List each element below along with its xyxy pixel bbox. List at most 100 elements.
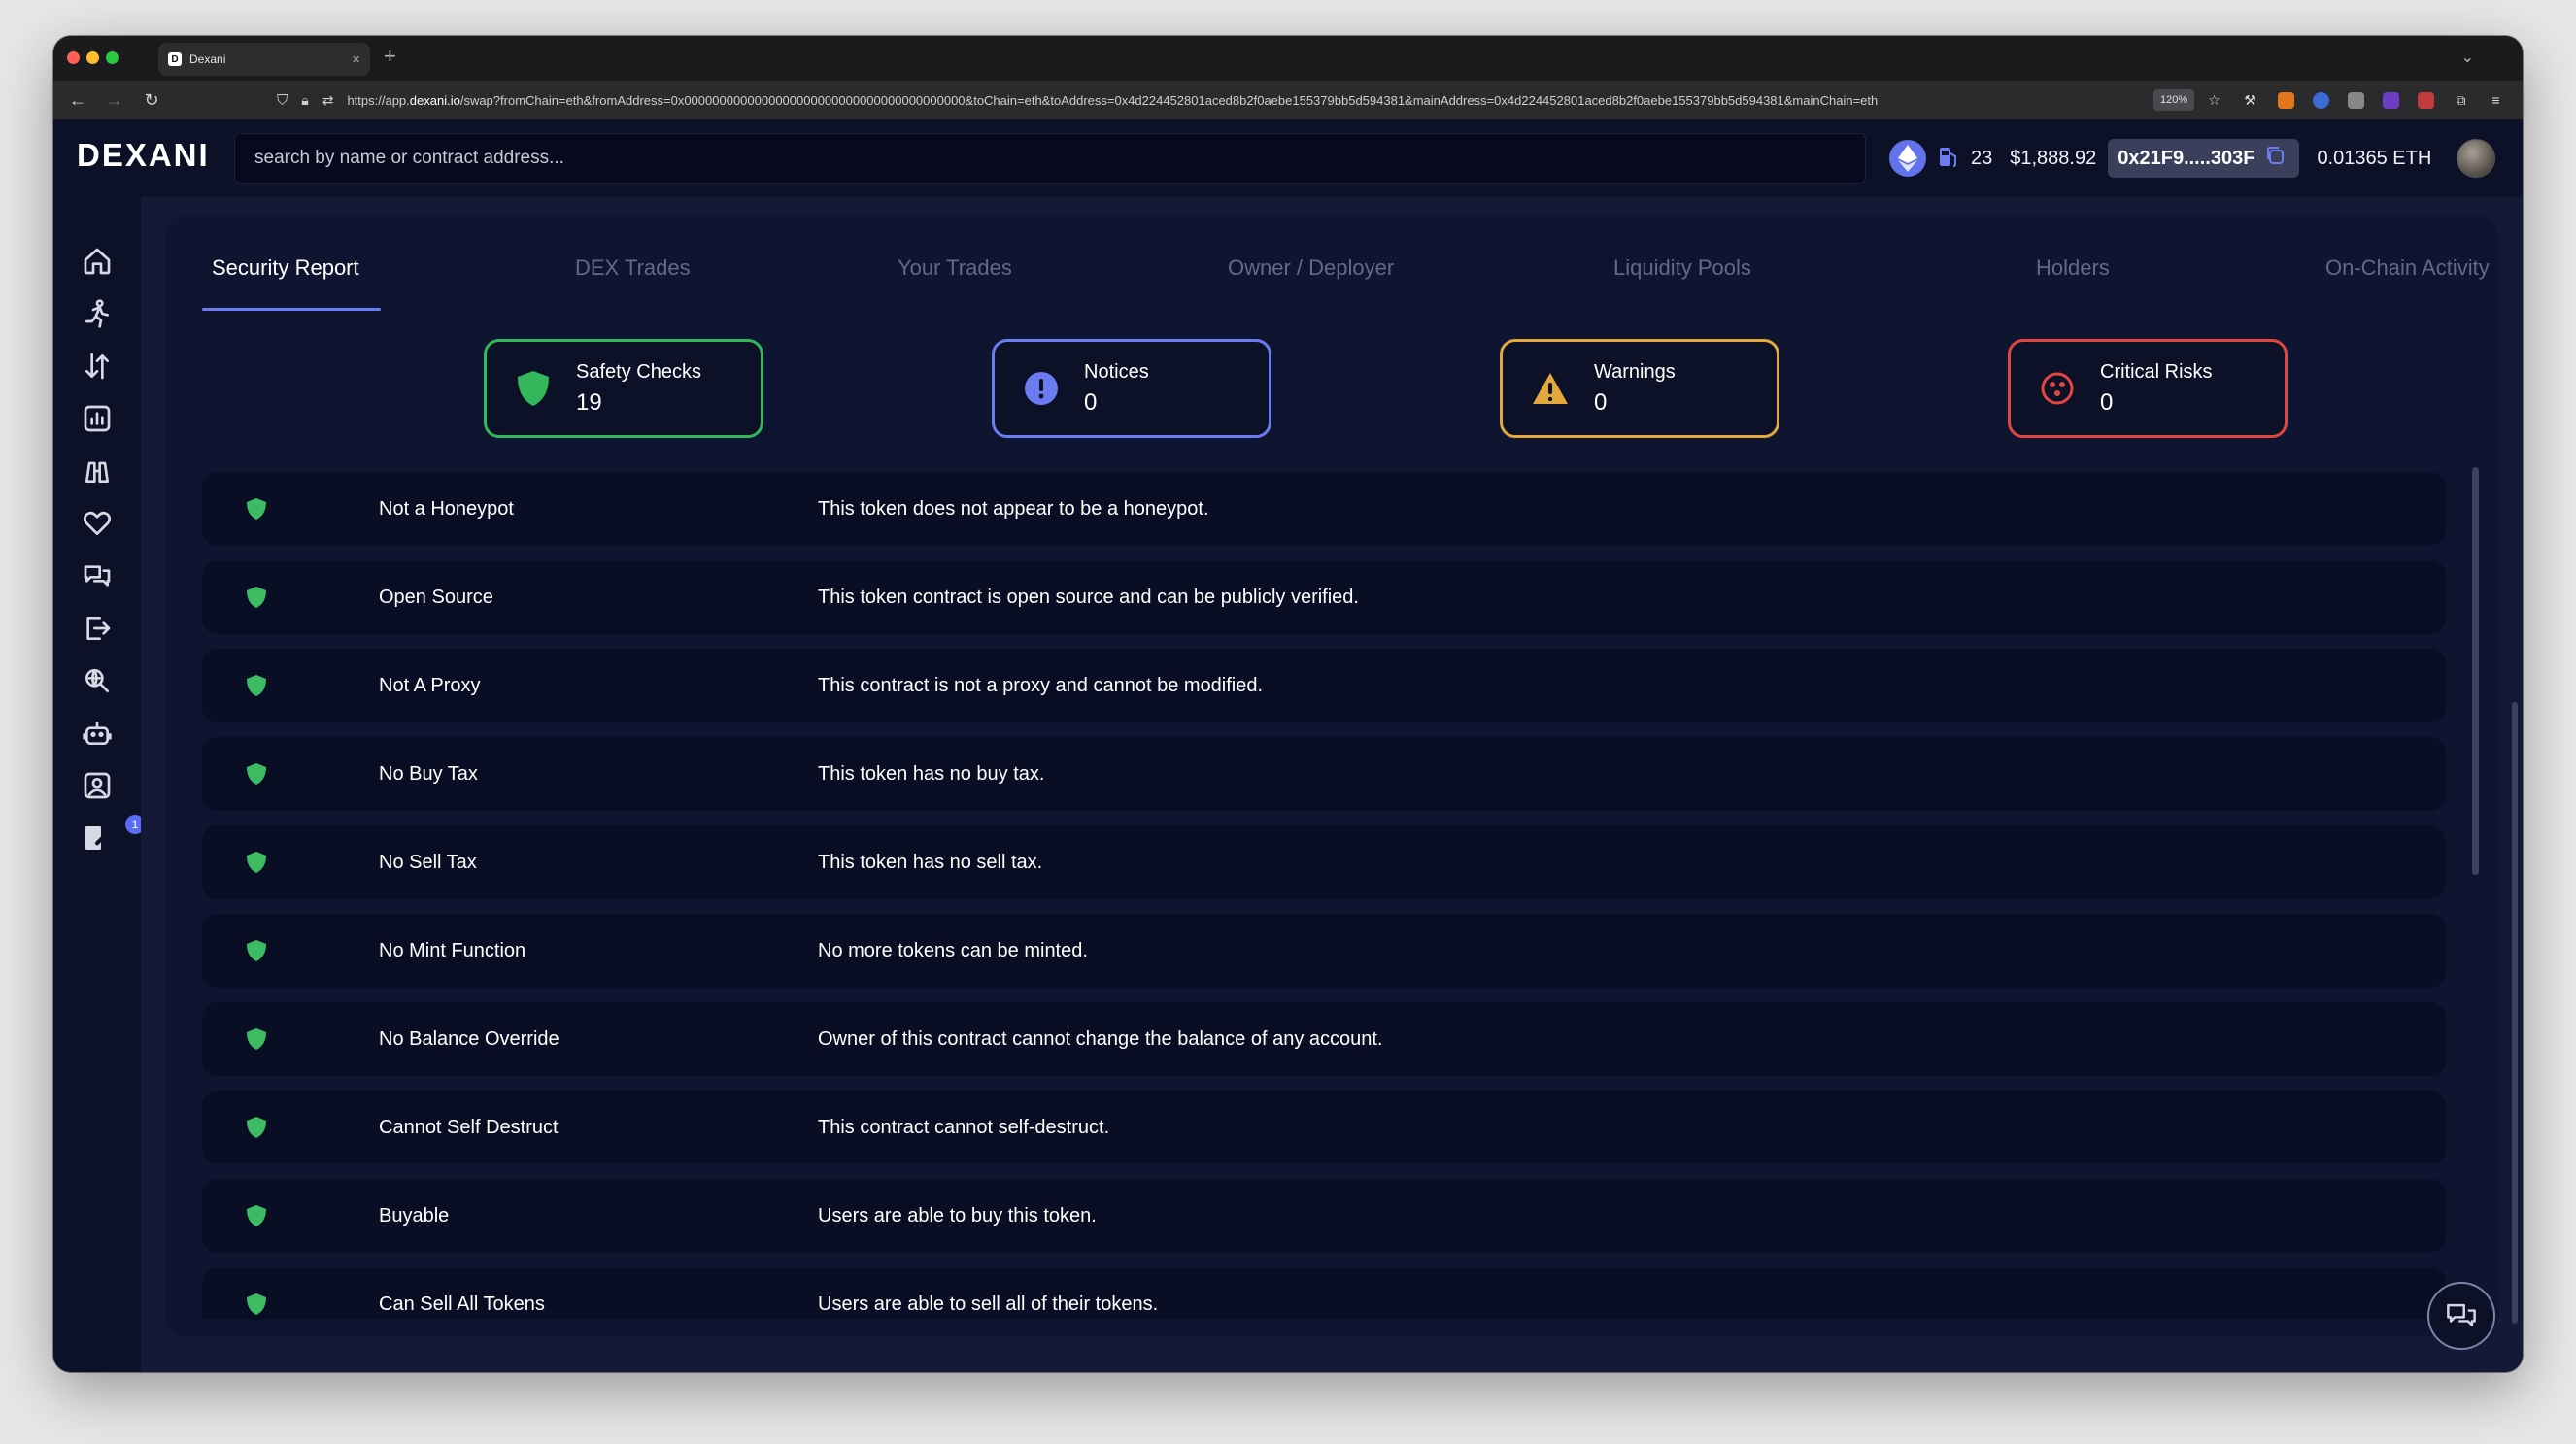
lock-icon[interactable]: 🔒︎ [301, 92, 308, 109]
close-window-button[interactable] [67, 51, 80, 64]
list-item: Cannot Self Destruct This contract canno… [202, 1091, 2446, 1164]
reload-icon[interactable]: ↻ [133, 90, 170, 111]
close-tab-icon[interactable]: × [352, 51, 360, 68]
shield-check-icon [247, 1028, 266, 1050]
shield-check-icon [247, 1293, 266, 1315]
tab-on-chain-activity[interactable]: On-Chain Activity [2325, 255, 2490, 281]
tools-icon[interactable]: ⚒ [2242, 92, 2258, 109]
address-bar[interactable]: ⛉ 🔒︎ ⇄ https://app.dexani.io/swap?fromCh… [277, 86, 2186, 114]
critical-risks-card[interactable]: Critical Risks 0 [2008, 339, 2288, 438]
tab-dex-trades[interactable]: DEX Trades [575, 255, 691, 281]
minimize-window-button[interactable] [86, 51, 99, 64]
dexani-logo[interactable]: DEXANI [77, 137, 210, 174]
browser-menu-icon[interactable]: ≡ [2488, 92, 2504, 109]
tab-liquidity-pools[interactable]: Liquidity Pools [1613, 255, 1751, 281]
check-description: This contract is not a proxy and cannot … [818, 674, 1264, 696]
list-item: No Buy Tax This token has no buy tax. [202, 737, 2446, 811]
check-name: No Buy Tax [379, 762, 478, 785]
chat-bubbles-icon [2447, 1303, 2476, 1326]
check-name: Buyable [379, 1204, 450, 1226]
check-name: No Balance Override [379, 1027, 559, 1050]
check-description: This token has no buy tax. [818, 762, 1045, 785]
new-tab-button[interactable]: + [384, 44, 396, 69]
shield-check-icon [247, 1205, 266, 1226]
title-bar: D Dexani × + ⌄ [53, 36, 2523, 81]
tab-holders[interactable]: Holders [2036, 255, 2110, 281]
permissions-icon[interactable]: ⇄ [322, 92, 334, 109]
search-input[interactable] [234, 133, 1866, 184]
check-description: Users are able to buy this token. [818, 1204, 1097, 1226]
gas-pump-icon [1938, 145, 1959, 173]
edit-icon[interactable]: 1 [80, 815, 145, 856]
check-name: Cannot Self Destruct [379, 1116, 559, 1138]
warnings-count: 0 [1594, 388, 1608, 416]
shield-check-icon [247, 1117, 266, 1138]
gas-price: 23 [1971, 147, 1993, 169]
warnings-label: Warnings [1594, 360, 1676, 383]
home-icon[interactable] [80, 244, 115, 279]
critical-risks-count: 0 [2100, 388, 2114, 416]
page-scrollbar[interactable] [2512, 702, 2518, 1324]
shield-check-icon [247, 763, 266, 785]
check-description: This contract cannot self-destruct. [818, 1116, 1110, 1138]
wallet-address-text: 0x21F9.....303F [2118, 147, 2255, 169]
heart-icon[interactable] [80, 506, 115, 541]
copy-icon[interactable] [2264, 145, 2286, 172]
report-tabs: Security Report DEX Trades Your Trades O… [165, 215, 2498, 312]
tab-your-trades[interactable]: Your Trades [898, 255, 1012, 281]
profile-icon[interactable] [80, 768, 115, 803]
forward-arrow-icon[interactable]: → [96, 90, 133, 111]
notices-label: Notices [1084, 360, 1149, 383]
extensions-puzzle-icon[interactable]: ⧉ [2453, 92, 2469, 109]
extension-blue-icon[interactable] [2313, 92, 2329, 109]
safety-checks-card[interactable]: Safety Checks 19 [484, 339, 763, 438]
binoculars-icon[interactable] [80, 453, 115, 488]
critical-icon [2041, 372, 2074, 405]
browser-tab[interactable]: D Dexani × [158, 43, 370, 76]
info-icon [1025, 372, 1058, 405]
list-item: No Balance Override Owner of this contra… [202, 1002, 2446, 1076]
user-avatar[interactable] [2457, 139, 2496, 178]
notices-card[interactable]: Notices 0 [992, 339, 1271, 438]
browser-tab-title: Dexani [189, 52, 226, 66]
check-description: Users are able to sell all of their toke… [818, 1293, 1159, 1315]
extension-purple-icon[interactable] [2383, 92, 2399, 109]
browser-toolbar: ← → ↻ ⛉ 🔒︎ ⇄ https://app.dexani.io/swap?… [53, 81, 2523, 119]
swap-arrows-icon[interactable] [80, 349, 115, 384]
warnings-card[interactable]: Warnings 0 [1500, 339, 1779, 438]
shield-check-icon [247, 675, 266, 696]
search-globe-icon[interactable] [80, 663, 115, 698]
shield-check-icon [247, 498, 266, 520]
sidebar: 1 [53, 197, 145, 1372]
support-chat-button[interactable] [2427, 1282, 2495, 1350]
runner-icon[interactable] [80, 296, 115, 331]
list-item: No Mint Function No more tokens can be m… [202, 914, 2446, 988]
extension-grey-icon[interactable] [2348, 92, 2364, 109]
ethereum-chain-icon[interactable] [1889, 140, 1926, 177]
back-arrow-icon[interactable]: ← [59, 90, 96, 111]
safety-checks-label: Safety Checks [576, 360, 701, 383]
check-description: This token has no sell tax. [818, 851, 1043, 873]
tab-list-chevron-icon[interactable]: ⌄ [2461, 48, 2474, 67]
wallet-address-button[interactable]: 0x21F9.....303F [2108, 139, 2300, 178]
chart-icon[interactable] [80, 401, 115, 436]
check-name: No Sell Tax [379, 851, 477, 873]
critical-risks-label: Critical Risks [2100, 360, 2213, 383]
url-text[interactable]: https://app.dexani.io/swap?fromChain=eth… [347, 93, 2134, 108]
active-tab-indicator [202, 308, 381, 311]
chat-bubbles-icon[interactable] [80, 558, 115, 593]
logout-icon[interactable] [80, 611, 115, 646]
bookmark-star-icon[interactable]: ☆ [2206, 92, 2222, 109]
extension-red-icon[interactable] [2418, 92, 2434, 109]
robot-icon[interactable] [80, 716, 115, 751]
maximize-window-button[interactable] [106, 51, 119, 64]
shield-icon[interactable]: ⛉ [277, 92, 288, 109]
shield-icon [518, 371, 549, 406]
zoom-level-badge[interactable]: 120% [2153, 89, 2195, 111]
tab-owner-deployer[interactable]: Owner / Deployer [1228, 255, 1394, 281]
tab-security-report[interactable]: Security Report [212, 255, 359, 281]
list-scrollbar[interactable] [2472, 467, 2479, 875]
metamask-extension-icon[interactable] [2278, 92, 2294, 109]
check-name: Not a Honeypot [379, 497, 514, 520]
security-report-panel: Security Report DEX Trades Your Trades O… [165, 215, 2498, 1336]
